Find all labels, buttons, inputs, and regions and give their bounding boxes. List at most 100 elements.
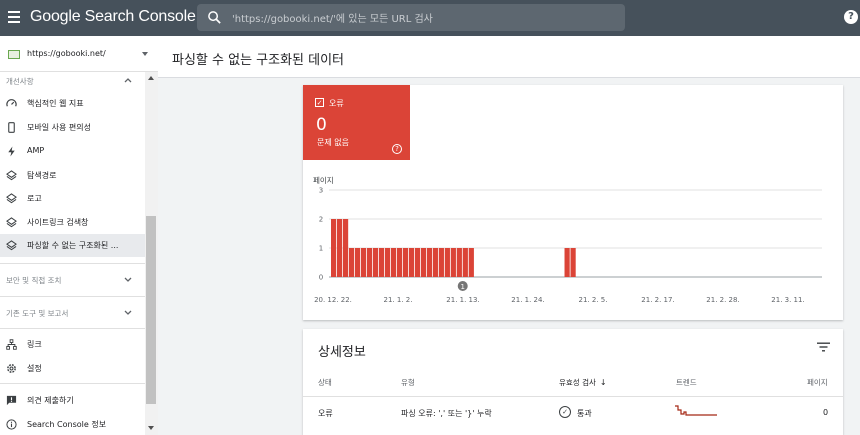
layers-icon [6,240,17,251]
y-tick-label: 3 [319,187,323,195]
sidebar-item-sitelinks-searchbox[interactable]: 사이트링크 검색창 [0,211,145,234]
chart-bar [420,248,427,277]
speed-gauge-icon [6,99,17,107]
check-circle-icon: ✓ [559,406,571,418]
row-pages[interactable]: 0 [823,408,828,417]
row-validation[interactable]: 통과 [577,408,592,419]
chart-bar [402,248,409,277]
section-improvements[interactable]: 개선사항 [6,76,34,87]
amp-bolt-icon [8,146,15,157]
table-header-divider [303,396,843,397]
divider [0,296,145,297]
scroll-down-arrow-icon[interactable] [148,426,154,430]
divider [0,263,145,264]
property-selector[interactable]: https://gobooki.net/ [0,36,158,72]
sidebar-item-label: AMP [27,146,45,155]
sidebar-item-settings[interactable]: 설정 [0,357,145,380]
info-icon [6,419,17,430]
chart-bar [354,248,361,277]
sidebar-item-mobile-usability[interactable]: 모바일 사용 편의성 [0,116,145,139]
summary-chart-card: ✓ 오류 0 문제 없음 ? 페이지 0 1 2 3 20. 12. 22. 21. 1. … [303,85,843,320]
chart-bar [468,248,474,277]
chart-bar [378,248,385,277]
chart-bar [426,248,432,277]
url-inspection-search[interactable]: 'https://gobooki.net/'에 있는 모든 URL 검사 [197,4,625,31]
chart-bar [438,248,444,277]
layers-icon [6,217,17,228]
layers-icon [6,193,17,204]
chart-bar [408,248,415,277]
section-security-manual-actions[interactable]: 보안 및 직접 조치 [6,275,61,286]
sidebar-item-breadcrumbs[interactable]: 탐색경로 [0,164,145,187]
column-header-trend[interactable]: 트렌드 [676,377,697,388]
sidebar-item-label: 모바일 사용 편의성 [27,123,91,132]
x-tick-label: 21. 3. 11. [771,296,804,304]
sidebar-item-label: 사이트링크 검색창 [27,218,89,227]
annotation-label: 1 [460,283,464,291]
filter-icon[interactable] [817,342,830,352]
section-legacy-tools[interactable]: 기존 도구 및 보고서 [6,308,68,319]
details-title: 상세정보 [318,345,366,360]
chart-bar [372,248,379,277]
sidebar-item-logo[interactable]: 로고 [0,187,145,210]
sidebar-item-label: 파싱할 수 없는 구조화된 ... [27,241,119,250]
page-title: 파싱할 수 없는 구조화된 데이터 [172,53,345,68]
sidebar-item-label: 링크 [27,340,42,349]
chart-bar [342,219,349,277]
y-tick-label: 0 [319,274,323,282]
sidebar-item-about-search-console[interactable]: Search Console 정보 [0,413,145,435]
chart-bar [432,248,438,277]
sidebar-item-label: 탐색경로 [27,171,57,180]
x-tick-label: 21. 2. 5. [579,296,608,304]
chart-bar [564,248,570,277]
column-header-type[interactable]: 유형 [401,377,415,388]
row-type[interactable]: 파싱 오류: ',' 또는 '}' 누락 [401,408,492,419]
sidebar-item-core-web-vitals[interactable]: 핵심적인 웹 지표 [0,92,145,115]
search-input[interactable]: 'https://gobooki.net/'에 있는 모든 URL 검사 [232,10,433,25]
hamburger-menu-icon[interactable] [8,11,20,23]
chart-bar [570,248,576,277]
y-tick-label: 1 [319,245,323,253]
chevron-down-icon[interactable] [123,307,133,317]
sidebar: https://gobooki.net/ 개선사항 핵심적인 웹 지표 모바일 … [0,36,158,435]
sidebar-item-unparsable-structured-data[interactable]: 파싱할 수 없는 구조화된 ... [0,234,145,257]
chart-bar [396,248,403,277]
chart-bar [462,248,468,277]
sidebar-item-label: 핵심적인 웹 지표 [27,99,84,108]
layers-icon [6,170,17,181]
details-card: 상세정보 상태 유형 유효성 검사 ↓ 트렌드 페이지 오류 파싱 오류: ','… [303,329,843,435]
chevron-up-icon[interactable] [123,75,133,85]
x-tick-label: 21. 1. 2. [384,296,413,304]
sidebar-item-submit-feedback[interactable]: 의견 제출하기 [0,389,145,412]
x-tick-label: 21. 1. 24. [511,296,544,304]
dropdown-caret-icon [142,52,148,56]
help-icon[interactable]: ? [844,10,858,24]
column-header-status[interactable]: 상태 [318,377,332,388]
sidebar-scrollbar-thumb[interactable] [146,216,156,404]
chart-bar [366,248,373,277]
row-status[interactable]: 오류 [318,408,333,419]
links-icon [6,339,17,350]
x-tick-label: 20. 12. 22. [314,296,352,304]
y-axis-label: 페이지 [313,175,334,185]
app-logo[interactable]: Google Search Console [30,8,196,26]
property-label: https://gobooki.net/ [27,49,106,58]
chart-bar [414,248,421,277]
chart-bar [450,248,456,277]
column-header-validation[interactable]: 유효성 검사 ↓ [559,377,607,388]
page-header: 파싱할 수 없는 구조화된 데이터 [158,36,860,78]
sidebar-item-label: Search Console 정보 [27,420,107,429]
gear-icon [7,364,16,373]
sidebar-item-links[interactable]: 링크 [0,333,145,356]
chart-bar [456,248,462,277]
chart-bar [336,219,343,277]
scroll-up-arrow-icon[interactable] [148,76,154,80]
chart-bar [331,219,337,277]
chevron-down-icon[interactable] [123,274,133,284]
search-icon [208,11,221,24]
column-header-label: 유효성 검사 [559,378,596,387]
sidebar-item-amp[interactable]: AMP [0,140,145,163]
column-header-pages[interactable]: 페이지 [807,377,828,388]
top-app-bar: Google Search Console 'https://gobooki.n… [0,0,860,36]
sort-arrow-icon: ↓ [599,378,607,387]
